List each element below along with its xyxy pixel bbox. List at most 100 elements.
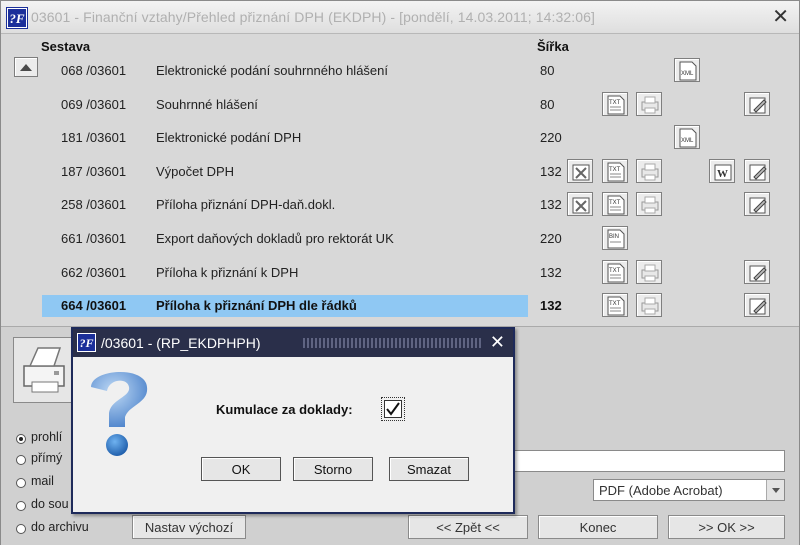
table-row[interactable]: 068 /03601 Elektronické podání souhrnného… — [9, 57, 785, 85]
print-icon[interactable] — [636, 293, 662, 318]
end-button[interactable]: Konec — [538, 515, 658, 539]
txt-icon[interactable]: TXT — [602, 192, 628, 217]
dialog-ok-button[interactable]: OK — [201, 457, 281, 481]
radio-file[interactable] — [16, 501, 26, 511]
row-width: 220 — [540, 130, 562, 146]
table-row[interactable]: 069 /03601 Souhrnné hlášení 80 TXT — [9, 91, 785, 119]
svg-text:TXT: TXT — [609, 268, 621, 274]
back-button[interactable]: << Zpět << — [408, 515, 528, 539]
ok-button[interactable]: >> OK >> — [668, 515, 785, 539]
radio-preview-label: prohlí — [31, 430, 63, 444]
row-name: Výpočet DPH — [156, 163, 235, 179]
excel-icon[interactable] — [567, 192, 593, 217]
radio-archive[interactable] — [16, 524, 26, 534]
app-logo-icon: ?F — [77, 333, 96, 352]
edit-icon[interactable] — [744, 192, 770, 217]
dialog-title-bar: ?F /03601 - (RP_EKDPHPH) ✕ — [73, 329, 513, 357]
set-default-button[interactable]: Nastav výchozí — [132, 515, 246, 539]
print-icon[interactable] — [636, 158, 662, 183]
row-code: 258 /03601 — [61, 197, 127, 213]
row-name: Příloha k přiznání DPH dle řádků — [156, 298, 357, 314]
window-title: 03601 - Finanční vztahy/Přehled přiznání… — [31, 9, 595, 25]
bin-icon[interactable]: BIN — [602, 226, 628, 250]
svg-text:TXT: TXT — [609, 200, 621, 206]
print-icon[interactable] — [636, 192, 662, 217]
radio-direct-label: přímý — [31, 451, 63, 465]
report-list: Sestava Šířka 068 /03601 Elektronické pod… — [9, 35, 785, 321]
row-width: 80 — [540, 63, 555, 78]
xml-icon[interactable]: XML — [674, 58, 700, 82]
format-select-value: PDF (Adobe Acrobat) — [599, 483, 723, 498]
row-code: 069 /03601 — [61, 96, 127, 112]
excel-icon[interactable] — [567, 158, 593, 183]
table-row[interactable]: 664 /03601 Příloha k přiznání DPH dle řád… — [9, 292, 785, 320]
row-width: 132 — [540, 264, 562, 280]
table-row[interactable]: 662 /03601 Příloha k přiznání k DPH 132 TXT — [9, 259, 785, 287]
column-header-sirka[interactable]: Šířka — [537, 39, 569, 54]
row-name: Souhrnné hlášení — [156, 96, 258, 112]
svg-text:W: W — [717, 168, 728, 180]
title-drag-area[interactable] — [303, 338, 481, 348]
row-name: Elektronické podání DPH — [156, 130, 302, 146]
svg-text:TXT: TXT — [609, 301, 621, 307]
txt-icon[interactable]: TXT — [602, 158, 628, 183]
row-name: Příloha přiznání DPH-daň.dokl. — [156, 197, 336, 213]
edit-icon[interactable] — [744, 158, 770, 183]
table-row[interactable]: 661 /03601 Export daňových dokladů pro re… — [9, 225, 785, 253]
dialog-cancel-button[interactable]: Storno — [293, 457, 373, 481]
dialog-title: /03601 - (RP_EKDPHPH) — [101, 335, 261, 351]
close-icon[interactable]: ✕ — [490, 331, 505, 353]
check-icon — [386, 402, 400, 416]
row-width: 132 — [540, 163, 562, 179]
txt-icon[interactable]: TXT — [602, 259, 628, 284]
question-mark-icon — [91, 371, 148, 456]
row-code: 068 /03601 — [61, 63, 127, 78]
table-row[interactable]: 258 /03601 Příloha přiznání DPH-daň.dokl.… — [9, 191, 785, 219]
edit-icon[interactable] — [744, 91, 770, 116]
row-width: 220 — [540, 231, 562, 246]
print-icon[interactable] — [636, 259, 662, 284]
output-path-input[interactable] — [513, 450, 785, 472]
radio-direct[interactable] — [16, 455, 26, 465]
row-name: Příloha k přiznání k DPH — [156, 264, 299, 280]
cumulation-label: Kumulace za doklady: — [216, 402, 353, 417]
close-icon[interactable]: ✕ — [772, 5, 789, 29]
format-select[interactable]: PDF (Adobe Acrobat) — [593, 479, 785, 501]
column-header-sestava[interactable]: Sestava — [41, 39, 90, 54]
svg-text:TXT: TXT — [609, 100, 621, 106]
print-icon[interactable] — [636, 91, 662, 116]
radio-mail-label: mail — [31, 474, 54, 488]
word-icon[interactable]: W — [709, 158, 735, 183]
radio-file-label: do sou — [31, 497, 69, 511]
svg-text:XML: XML — [681, 138, 694, 144]
dialog-delete-button[interactable]: Smazat — [389, 457, 469, 481]
radio-mail[interactable] — [16, 478, 26, 488]
table-row[interactable]: 187 /03601 Výpočet DPH 132 TXT W — [9, 158, 785, 186]
txt-icon[interactable]: TXT — [602, 91, 628, 116]
svg-text:BIN: BIN — [609, 234, 619, 240]
row-width: 80 — [540, 96, 555, 112]
edit-icon[interactable] — [744, 293, 770, 318]
svg-text:TXT: TXT — [609, 167, 621, 173]
row-code: 664 /03601 — [61, 298, 127, 314]
xml-icon[interactable]: XML — [674, 125, 700, 150]
table-row[interactable]: 181 /03601 Elektronické podání DPH 220 XML — [9, 124, 785, 152]
printer-icon — [13, 337, 79, 403]
row-code: 181 /03601 — [61, 130, 127, 146]
svg-text:XML: XML — [681, 71, 694, 77]
radio-preview[interactable] — [16, 434, 26, 444]
edit-icon[interactable] — [744, 259, 770, 284]
row-code: 662 /03601 — [61, 264, 127, 280]
radio-archive-label: do archivu — [31, 520, 89, 534]
parameters-dialog: ?F /03601 - (RP_EKDPHPH) ✕ Kumulace za d… — [71, 327, 515, 514]
row-code: 187 /03601 — [61, 163, 127, 179]
row-name: Export daňových dokladů pro rektorát UK — [156, 231, 394, 246]
txt-icon[interactable]: TXT — [602, 293, 628, 318]
row-width: 132 — [540, 298, 562, 314]
cumulation-checkbox[interactable] — [381, 397, 405, 421]
row-code: 661 /03601 — [61, 231, 127, 246]
row-name: Elektronické podání souhrnného hlášení — [156, 63, 388, 78]
row-width: 132 — [540, 197, 562, 213]
chevron-down-icon[interactable] — [766, 480, 784, 500]
title-bar: ?F 03601 - Finanční vztahy/Přehled přizn… — [1, 1, 799, 34]
